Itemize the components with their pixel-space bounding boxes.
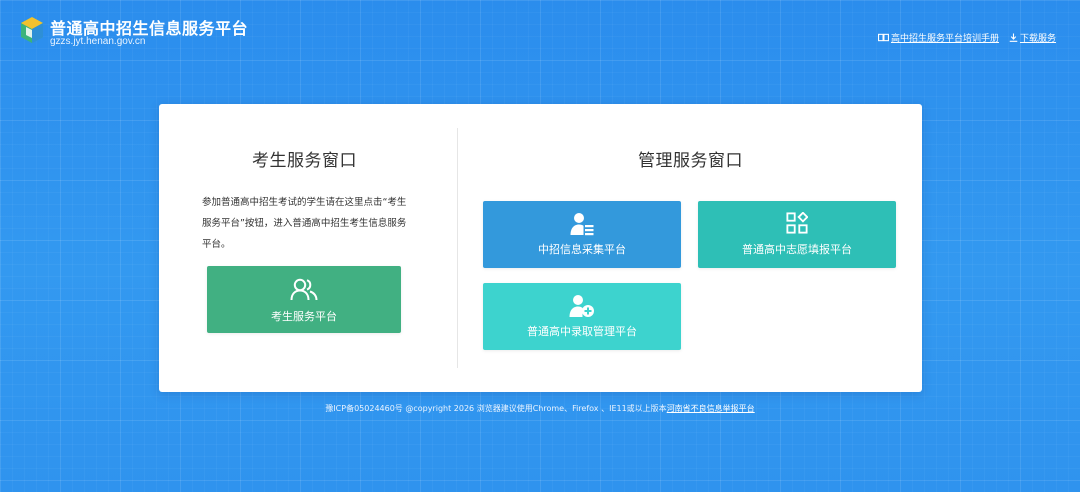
student-service-label: 考生服务平台 bbox=[271, 310, 337, 323]
student-window-title: 考生服务窗口 bbox=[252, 151, 357, 171]
user-add-icon bbox=[569, 295, 594, 317]
download-icon bbox=[1009, 33, 1018, 42]
main-card: 考生服务窗口 参加普通高中招生考试的学生请在这里点击“考生服务平台”按钮，进入普… bbox=[159, 104, 922, 392]
header-links: 高中招生服务平台培训手册 下载服务 bbox=[877, 31, 1056, 44]
admission-management-platform-button[interactable]: 普通高中录取管理平台 bbox=[483, 283, 681, 350]
site-header: 普通高中招生信息服务平台 gzzs.jyt.henan.gov.cn 高中招生服… bbox=[0, 0, 1080, 60]
admission-management-platform-label: 普通高中录取管理平台 bbox=[527, 325, 637, 338]
apps-grid-icon bbox=[786, 212, 808, 234]
book-icon bbox=[877, 33, 889, 42]
panel-divider bbox=[457, 128, 458, 368]
site-footer: 豫ICP备05024460号 @copyright 2026 浏览器建议使用Ch… bbox=[0, 403, 1080, 414]
download-service-label: 下载服务 bbox=[1019, 34, 1056, 44]
student-service-button[interactable]: 考生服务平台 bbox=[207, 266, 401, 333]
training-manual-label: 高中招生服务平台培训手册 bbox=[890, 34, 999, 44]
student-window-description: 参加普通高中招生考试的学生请在这里点击“考生服务平台”按钮，进入普通高中招生考生… bbox=[202, 197, 407, 250]
report-platform-link[interactable]: 河南省不良信息举报平台 bbox=[667, 404, 755, 413]
volunteer-filling-platform-button[interactable]: 普通高中志愿填报平台 bbox=[698, 201, 896, 268]
volunteer-filling-platform-label: 普通高中志愿填报平台 bbox=[742, 243, 852, 256]
user-list-icon bbox=[570, 213, 594, 236]
info-collection-platform-label: 中招信息采集平台 bbox=[538, 243, 626, 256]
admin-window-title: 管理服务窗口 bbox=[638, 151, 743, 171]
training-manual-link[interactable]: 高中招生服务平台培训手册 bbox=[877, 31, 999, 44]
users-icon bbox=[290, 278, 318, 301]
logo-icon bbox=[21, 17, 43, 43]
info-collection-platform-button[interactable]: 中招信息采集平台 bbox=[483, 201, 681, 268]
site-domain: gzzs.jyt.henan.gov.cn bbox=[50, 36, 146, 47]
footer-copyright: 豫ICP备05024460号 @copyright 2026 浏览器建议使用Ch… bbox=[325, 404, 667, 413]
download-service-link[interactable]: 下载服务 bbox=[1009, 31, 1056, 44]
